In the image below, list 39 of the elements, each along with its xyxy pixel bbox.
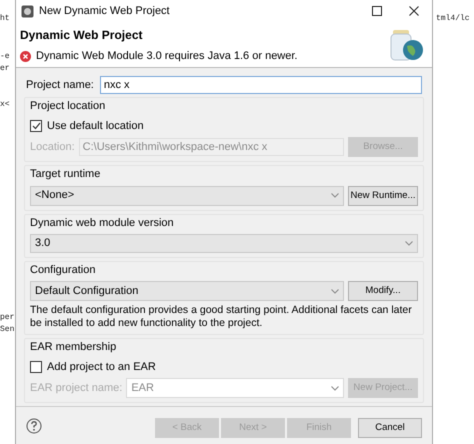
code-fragment: x<: [0, 100, 10, 110]
checkbox[interactable]: [30, 120, 42, 132]
dialog-button[interactable]: Cancel: [358, 418, 422, 438]
chevron-down-icon: [405, 240, 413, 246]
code-fragment: per: [0, 313, 14, 323]
page-title: Dynamic Web Project: [20, 27, 144, 44]
code-fragment: tml4/lc: [436, 14, 470, 24]
code-fragment: er: [0, 64, 10, 74]
error-icon: [20, 50, 31, 62]
group-title: Project location: [30, 99, 106, 114]
configuration-description: The default configuration provides a good starting point. Additional facets can later be installed to add new functionality to the project.: [30, 304, 413, 330]
checkbox[interactable]: [30, 360, 42, 373]
field-label: Project name:: [26, 78, 94, 93]
group-title: Configuration: [30, 262, 96, 278]
project-name-field[interactable]: nxc x: [100, 76, 422, 94]
dialog-button[interactable]: New Runtime...: [348, 186, 418, 206]
chevron-down-icon: [331, 288, 339, 294]
check-icon: [32, 122, 40, 130]
dropdown[interactable]: 3.0: [30, 234, 418, 252]
group-title: Dynamic web module version: [30, 216, 175, 230]
error-message: Dynamic Web Module 3.0 requires Java 1.6 or newer.: [36, 49, 298, 64]
window-title: New Dynamic Web Project: [39, 4, 171, 19]
maximize-icon[interactable]: [372, 6, 382, 16]
dropdown[interactable]: Default Configuration: [30, 281, 344, 301]
field-label: Location:: [30, 140, 75, 155]
group-title: EAR membership: [30, 340, 118, 355]
checkbox-label: Add project to an EAR: [47, 360, 156, 374]
checkbox-label: Use default location: [47, 118, 144, 134]
chevron-down-icon: [331, 386, 339, 390]
code-fragment: ht: [0, 14, 10, 24]
field-label: EAR project name:: [30, 380, 122, 396]
group-title: Target runtime: [30, 167, 102, 182]
close-icon[interactable]: [409, 6, 419, 16]
code-fragment: Sen: [0, 325, 14, 335]
dialog-button[interactable]: Modify...: [348, 281, 418, 301]
dropdown[interactable]: <None>: [30, 186, 344, 206]
chevron-down-icon: [331, 193, 339, 198]
help-icon[interactable]: [26, 418, 42, 434]
code-fragment: -e: [0, 52, 10, 62]
